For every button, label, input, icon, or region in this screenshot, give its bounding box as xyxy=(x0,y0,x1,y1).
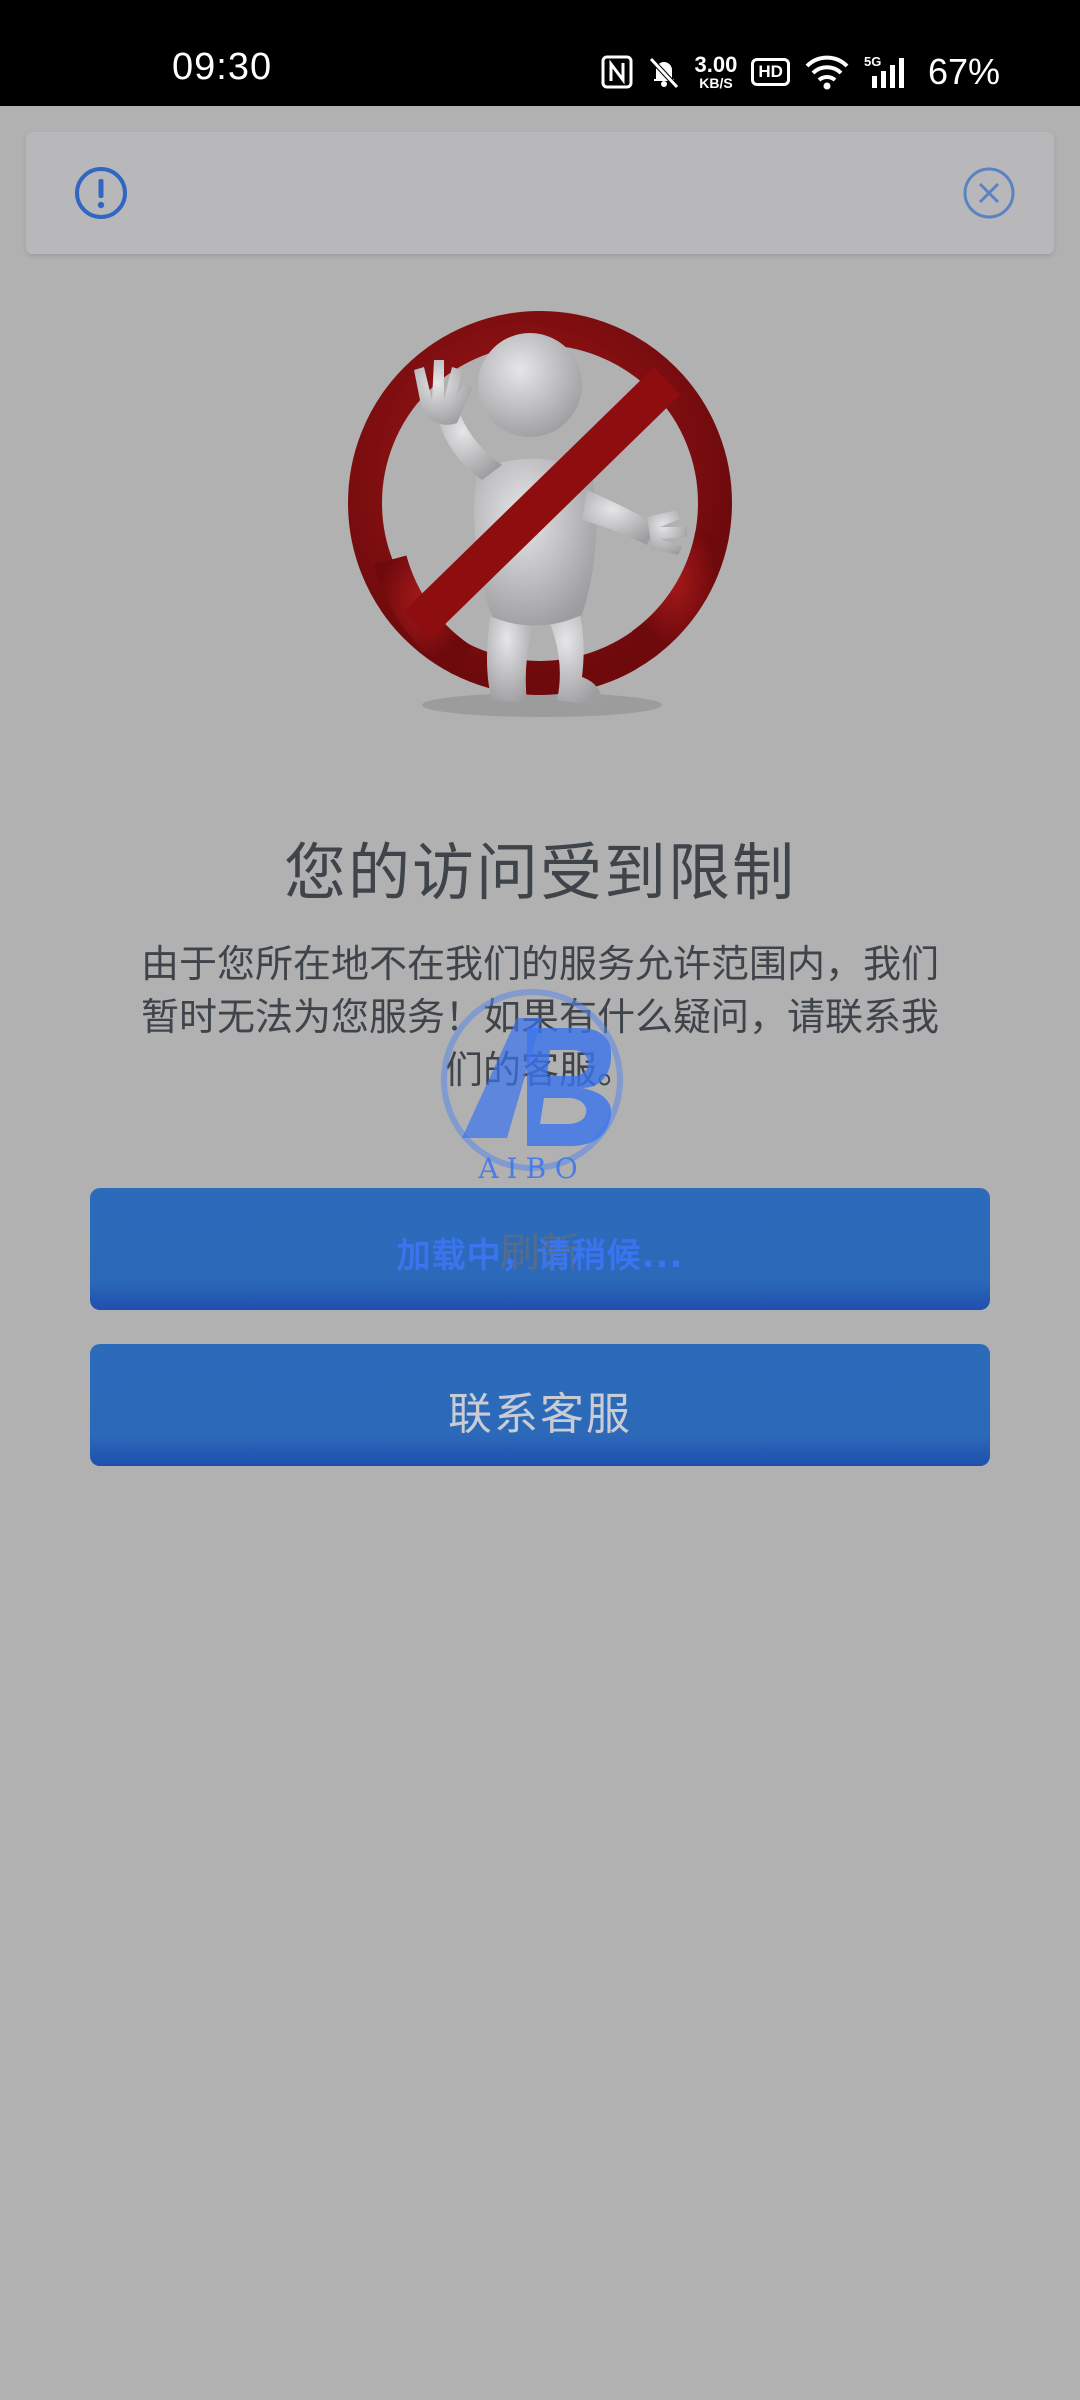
hd-badge: HD xyxy=(751,58,790,86)
status-time: 09:30 xyxy=(172,46,273,88)
signal-icon: 5G xyxy=(864,54,914,90)
wifi-icon xyxy=(804,54,850,90)
loading-text: 加载中，请稍候... xyxy=(396,1236,684,1276)
nfc-icon xyxy=(601,55,633,89)
no-entry-illustration xyxy=(342,305,742,725)
close-icon[interactable] xyxy=(962,166,1016,224)
aibo-logo-watermark: AIBO xyxy=(432,988,652,1188)
contact-support-button[interactable]: 联系客服 xyxy=(90,1344,990,1466)
status-bar: 09:30 3.00 KB/S HD 5G 67% xyxy=(0,0,1080,106)
network-speed-value: 3.00 xyxy=(694,52,738,77)
page-title: 您的访问受到限制 xyxy=(283,836,796,909)
watermark-text: AIBO xyxy=(477,1152,585,1185)
status-icons: 3.00 KB/S HD 5G 67% xyxy=(601,44,1000,100)
contact-support-label: 联系客服 xyxy=(448,1389,632,1440)
battery-level: 67% xyxy=(927,51,1000,92)
notice-banner xyxy=(26,132,1054,254)
signal-label: 5G xyxy=(864,54,881,69)
info-icon xyxy=(74,166,128,224)
refresh-button[interactable]: 刷新 加载中，请稍候... xyxy=(90,1188,990,1310)
network-speed: 3.00 KB/S xyxy=(694,52,738,91)
network-speed-unit: KB/S xyxy=(699,75,733,91)
mute-icon xyxy=(647,55,681,89)
